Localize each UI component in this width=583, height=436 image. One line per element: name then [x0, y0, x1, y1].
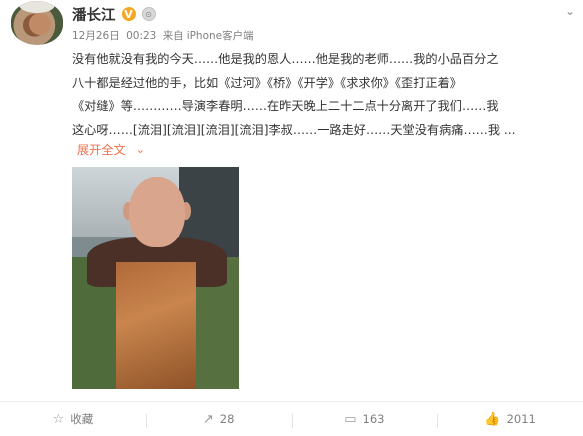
- comment-icon: ▭: [344, 411, 357, 427]
- expand-full-text-link[interactable]: 展开全文 ⌄: [77, 140, 145, 158]
- thumbs-up-icon: 👍: [484, 411, 501, 427]
- repost-icon: ↗: [202, 411, 214, 427]
- author-row: 潘长江 V ⊙: [72, 3, 156, 25]
- like-button[interactable]: 👍 2011: [437, 411, 583, 428]
- post-date[interactable]: 12月26日: [72, 30, 120, 42]
- content-line: 《对缝》等…………导演李春明……在昨天晚上二十二点十分离开了我们……我: [72, 99, 499, 113]
- photo-head: [129, 177, 185, 247]
- content-line: 这心呀……[流泪][流泪][流泪][流泪]李叔……一路走好……天堂没有病痛……我…: [72, 122, 516, 137]
- post-meta: 12月26日 00:23 来自 iPhone客户端: [72, 28, 257, 43]
- content-line: 没有他就没有我的今天……他是我的恩人……他是我的老师……我的小品百分之: [72, 52, 499, 66]
- more-options-icon[interactable]: ⌄: [565, 4, 575, 18]
- post-source[interactable]: iPhone客户端: [187, 30, 254, 42]
- action-bar: ☆ 收藏 ↗ 28 ▭ 163 👍 2011: [0, 401, 583, 436]
- comment-button[interactable]: ▭ 163: [291, 411, 438, 428]
- photo-shirt: [116, 262, 196, 389]
- repost-count: 28: [219, 412, 235, 426]
- verified-icon[interactable]: V: [121, 7, 136, 21]
- post-time[interactable]: 00:23: [126, 30, 156, 42]
- post-photo[interactable]: [72, 167, 239, 389]
- star-icon: ☆: [52, 411, 65, 427]
- author-avatar[interactable]: [11, 1, 63, 45]
- expand-label: 展开全文: [77, 143, 126, 157]
- source-prefix: 来自: [162, 30, 184, 42]
- avatar-face: [29, 13, 51, 35]
- like-count: 2011: [506, 412, 536, 426]
- comment-count: 163: [362, 412, 385, 426]
- chevron-down-icon: ⌄: [135, 142, 145, 156]
- content-line: 八十都是经过他的手，比如《过河》《桥》《开学》《求求你》《歪打正着》: [72, 75, 462, 90]
- repost-button[interactable]: ↗ 28: [145, 411, 292, 428]
- member-icon[interactable]: ⊙: [141, 7, 156, 21]
- avatar-hat: [19, 1, 55, 13]
- favorite-button[interactable]: ☆ 收藏: [0, 411, 146, 427]
- author-name[interactable]: 潘长江: [72, 4, 116, 25]
- favorite-label: 收藏: [70, 412, 94, 426]
- post-content: 没有他就没有我的今天……他是我的恩人……他是我的老师……我的小品百分之 八十都是…: [72, 48, 578, 142]
